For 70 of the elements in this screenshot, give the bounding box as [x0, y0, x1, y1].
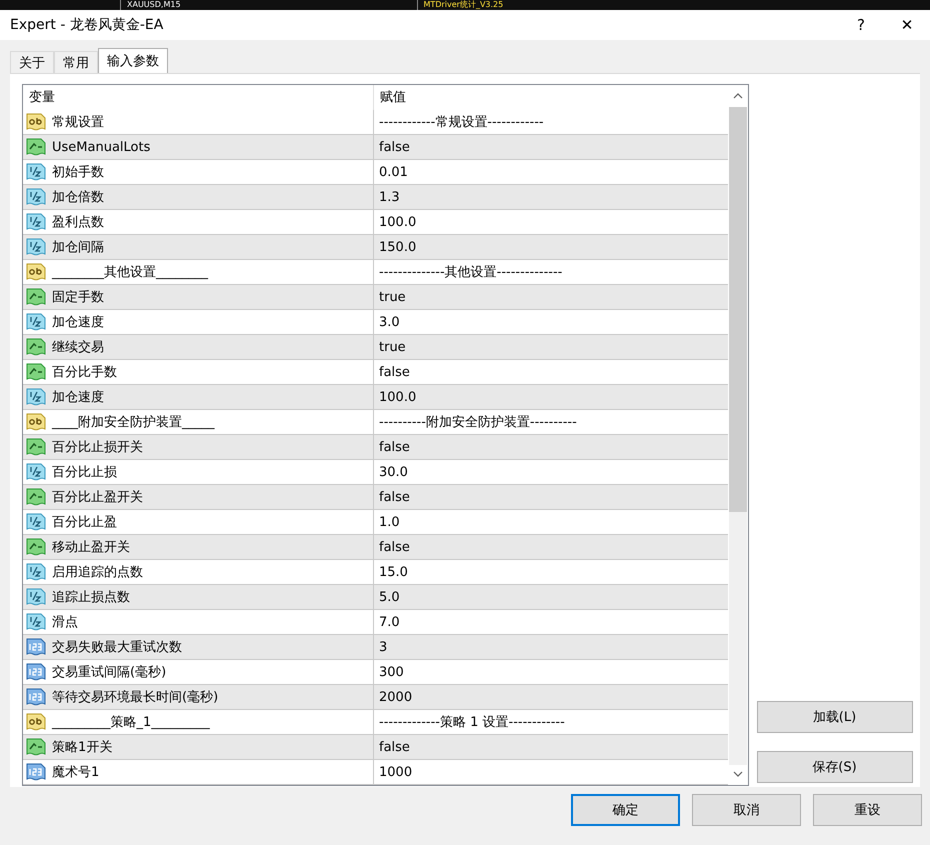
- column-header[interactable]: 变量: [23, 85, 374, 110]
- table-cell: 常规设置: [23, 110, 374, 134]
- table-cell: 盈利点数: [23, 210, 374, 234]
- table-cell: 加仓倍数: [23, 185, 374, 209]
- tab[interactable]: 输入参数: [98, 48, 168, 73]
- table-cell-text: 150.0: [378, 238, 418, 256]
- table-cell: 启用追踪的点数: [23, 560, 374, 584]
- scrollbar-thumb[interactable]: [729, 107, 747, 512]
- column-header[interactable]: 赋值: [374, 85, 728, 110]
- table-cell-text: 1.0: [378, 514, 401, 532]
- table-cell: 百分比止盈: [23, 510, 374, 534]
- table-cell: 固定手数: [23, 285, 374, 309]
- tab[interactable]: 常用: [54, 51, 98, 73]
- table-cell: 百分比手数: [23, 360, 374, 384]
- table-cell: 加仓速度: [23, 310, 374, 334]
- table-cell-text: false: [378, 364, 411, 382]
- side-button[interactable]: 加载(L): [756, 701, 912, 733]
- table-cell: ________其他设置________: [23, 260, 374, 284]
- dialog-button[interactable]: 取消: [692, 794, 801, 826]
- dialog-button[interactable]: 重设: [813, 794, 922, 826]
- scroll-up-icon[interactable]: [733, 93, 743, 99]
- table-cell: UseManualLots: [23, 135, 374, 159]
- table-cell: 策略1开关: [23, 735, 374, 759]
- table-cell-text: 1.3: [378, 188, 401, 206]
- table-cell-text: false: [378, 738, 411, 756]
- table-cell: ____附加安全防护装置_____: [23, 410, 374, 434]
- side-button[interactable]: 保存(S): [756, 751, 912, 783]
- table-cell-text: 15.0: [378, 564, 409, 582]
- table-cell-text: true: [378, 288, 407, 306]
- table-cell-text: -------------策略 1 设置------------: [378, 714, 566, 732]
- table-cell-text: ----------附加安全防护装置----------: [378, 414, 578, 432]
- table-cell: 初始手数: [23, 160, 374, 184]
- table-cell-text: 300: [378, 664, 405, 682]
- table-cell: 等待交易环境最长时间(毫秒): [23, 685, 374, 709]
- table-cell-text: true: [378, 338, 407, 356]
- table-cell-text: 2000: [378, 688, 414, 706]
- help-button[interactable]: ?: [838, 10, 884, 40]
- table-cell-text: false: [378, 438, 411, 456]
- table-cell-text: 7.0: [378, 614, 401, 632]
- table-cell: 移动止盈开关: [23, 535, 374, 559]
- table-cell: 魔术号1: [23, 760, 374, 784]
- close-button[interactable]: ✕: [884, 10, 930, 40]
- table-cell-text: 1000: [378, 764, 414, 782]
- table-cell-text: false: [378, 488, 411, 506]
- table-cell-text: 5.0: [378, 588, 401, 606]
- table-cell: 追踪止损点数: [23, 585, 374, 609]
- dialog-button[interactable]: 确定: [571, 794, 680, 826]
- table-cell: 加仓速度: [23, 385, 374, 409]
- table-cell: 百分比止损开关: [23, 435, 374, 459]
- table-cell: _________策略_1_________: [23, 710, 374, 734]
- table-cell-text: false: [378, 538, 411, 556]
- window-title: Expert - 龙卷风黄金-EA: [10, 16, 164, 34]
- table-cell-text: 30.0: [378, 464, 409, 482]
- table-cell-text: 100.0: [378, 214, 418, 232]
- table-cell: 交易失败最大重试次数: [23, 635, 374, 659]
- scroll-down-icon[interactable]: [733, 771, 743, 777]
- table-cell: 百分比止损: [23, 460, 374, 484]
- table-cell: 百分比止盈开关: [23, 485, 374, 509]
- table-cell-text: ------------常规设置------------: [378, 114, 545, 132]
- table-cell: 加仓间隔: [23, 235, 374, 259]
- table-cell: 滑点: [23, 610, 374, 634]
- table-cell-text: 100.0: [378, 388, 418, 406]
- table-cell: 继续交易: [23, 335, 374, 359]
- table-cell-text: 3: [378, 638, 388, 656]
- tab[interactable]: 关于: [10, 51, 54, 73]
- table-cell-text: 3.0: [378, 314, 401, 332]
- table-cell: 交易重试间隔(毫秒): [23, 660, 374, 684]
- table-cell-text: false: [378, 138, 411, 156]
- table-cell-text: 0.01: [378, 164, 409, 182]
- table-cell-text: --------------其他设置--------------: [378, 264, 564, 282]
